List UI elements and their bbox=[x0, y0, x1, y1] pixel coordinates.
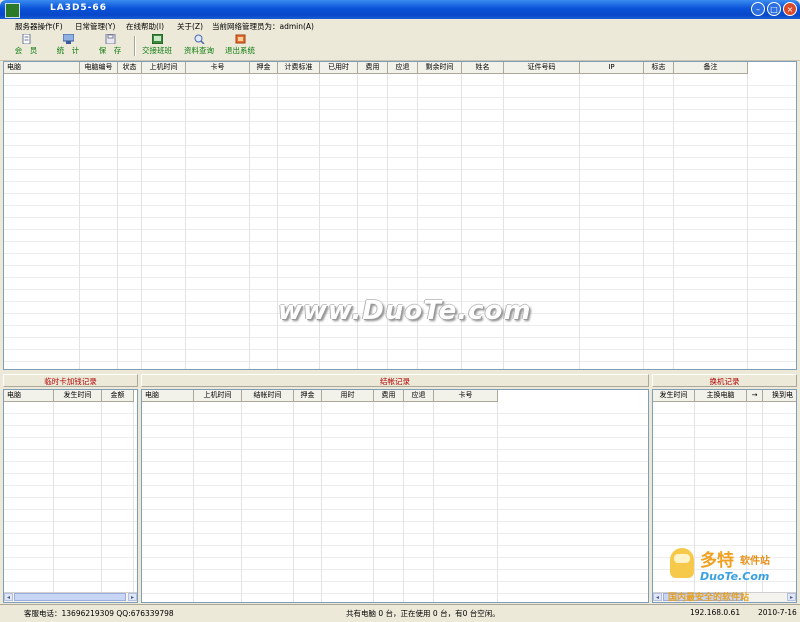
col-remaining-time[interactable]: 剩余时间 bbox=[418, 62, 462, 73]
temp-card-panel-title: 临时卡加钱记录 bbox=[3, 374, 138, 387]
exit-icon bbox=[235, 34, 245, 44]
col-id-number[interactable]: 证件号码 bbox=[504, 62, 580, 73]
swap-col-arrow[interactable]: → bbox=[747, 390, 763, 401]
save-icon bbox=[105, 34, 115, 44]
col-ip[interactable]: IP bbox=[580, 62, 644, 73]
data-query-icon bbox=[194, 34, 205, 44]
col-refund[interactable]: 应退 bbox=[388, 62, 418, 73]
logo-big-text: 多特 bbox=[700, 551, 734, 571]
menu-current-admin[interactable]: 当前网络管理员为：admin(A) bbox=[212, 21, 314, 32]
checkout-col-time-used[interactable]: 用时 bbox=[322, 390, 374, 401]
menu-online-help[interactable]: 在线帮助(I) bbox=[126, 21, 164, 32]
scroll-left-icon[interactable]: ◂ bbox=[4, 593, 13, 601]
mascot-icon bbox=[670, 548, 694, 578]
minimize-button[interactable]: – bbox=[751, 2, 765, 16]
col-card-number[interactable]: 卡号 bbox=[186, 62, 250, 73]
col-computer-id[interactable]: 电脑编号 bbox=[80, 62, 118, 73]
col-fee[interactable]: 费用 bbox=[358, 62, 388, 73]
col-login-time[interactable]: 上机时间 bbox=[142, 62, 186, 73]
checkout-col-computer[interactable]: 电脑 bbox=[142, 390, 194, 401]
member-icon bbox=[22, 34, 30, 44]
checkout-panel-title: 结帐记录 bbox=[141, 374, 649, 387]
scroll-left-icon[interactable]: ◂ bbox=[653, 593, 662, 601]
logo-url-text: DuoTe.Com bbox=[700, 570, 770, 583]
statistics-label: 统 计 bbox=[56, 46, 80, 55]
status-summary: 共有电脑 0 台，正在使用 0 台，有0 台空闲。 bbox=[346, 609, 500, 618]
computer-table-header: 电脑 电脑编号 状态 上机时间 卡号 押金 计费标准 已用时 费用 应退 剩余时… bbox=[4, 62, 748, 74]
exit-button[interactable]: 退出系统 bbox=[222, 34, 258, 58]
menu-daily-management[interactable]: 日常管理(Y) bbox=[75, 21, 115, 32]
app-logo-icon bbox=[5, 3, 20, 18]
toolbar: 会 员 统 计 保 存 交接班班 资料查询 退出系统 bbox=[0, 32, 800, 61]
logo-small-text: 软件站 bbox=[740, 556, 770, 567]
scroll-right-icon[interactable]: ▸ bbox=[128, 593, 137, 601]
title-bar[interactable]: LA3D5-66 – □ × bbox=[0, 0, 800, 19]
col-time-used[interactable]: 已用时 bbox=[320, 62, 358, 73]
swap-col-from-computer[interactable]: 主换电脑 bbox=[695, 390, 747, 401]
temp-col-time[interactable]: 发生时间 bbox=[54, 390, 102, 401]
member-label: 会 员 bbox=[14, 46, 38, 55]
shift-handover-label: 交接班班 bbox=[142, 46, 172, 55]
col-status[interactable]: 状态 bbox=[118, 62, 142, 73]
data-query-button[interactable]: 资料查询 bbox=[181, 34, 217, 58]
window-title: LA3D5-66 bbox=[50, 3, 107, 13]
status-ip: 192.168.0.61 bbox=[690, 608, 741, 617]
col-name[interactable]: 姓名 bbox=[462, 62, 504, 73]
checkout-col-card-number[interactable]: 卡号 bbox=[434, 390, 498, 401]
swap-col-to-computer[interactable]: 换到电 bbox=[763, 390, 796, 401]
maximize-button[interactable]: □ bbox=[767, 2, 781, 16]
status-bar: 客服电话：13696219309 QQ:676339798 共有电脑 0 台，正… bbox=[0, 604, 800, 622]
duote-logo-watermark: 多特 软件站 DuoTe.Com 国内最安全的软件站 bbox=[662, 546, 798, 603]
data-query-label: 资料查询 bbox=[184, 46, 214, 55]
save-button[interactable]: 保 存 bbox=[92, 34, 128, 58]
col-remarks[interactable]: 备注 bbox=[674, 62, 748, 73]
status-date: 2010-7-16 bbox=[758, 608, 797, 617]
exit-label: 退出系统 bbox=[225, 46, 255, 55]
checkout-table-header: 电脑 上机时间 结帐时间 押金 用时 费用 应退 卡号 bbox=[142, 390, 498, 402]
temp-col-amount[interactable]: 金额 bbox=[102, 390, 134, 401]
member-button[interactable]: 会 员 bbox=[8, 34, 44, 58]
shift-handover-icon bbox=[151, 34, 163, 44]
scroll-thumb[interactable] bbox=[14, 593, 126, 601]
statistics-button[interactable]: 统 计 bbox=[50, 34, 86, 58]
checkout-col-deposit[interactable]: 押金 bbox=[294, 390, 322, 401]
swap-table-header: 发生时间 主换电脑 → 换到电 bbox=[653, 390, 796, 402]
duote-watermark: www.DuoTe.com bbox=[278, 296, 532, 326]
swap-col-time[interactable]: 发生时间 bbox=[653, 390, 695, 401]
shift-handover-button[interactable]: 交接班班 bbox=[139, 34, 175, 58]
temp-card-table[interactable]: 电脑 发生时间 金额 ◂ ▸ bbox=[3, 389, 138, 603]
status-hotline: 客服电话：13696219309 QQ:676339798 bbox=[24, 609, 174, 618]
temp-col-computer[interactable]: 电脑 bbox=[4, 390, 54, 401]
swap-panel-title: 换机记录 bbox=[652, 374, 797, 387]
temp-card-hscrollbar[interactable]: ◂ ▸ bbox=[4, 592, 137, 602]
checkout-col-checkout-time[interactable]: 结帐时间 bbox=[242, 390, 294, 401]
checkout-col-fee[interactable]: 费用 bbox=[374, 390, 404, 401]
temp-card-table-header: 电脑 发生时间 金额 bbox=[4, 390, 134, 402]
checkout-table[interactable]: 电脑 上机时间 结帐时间 押金 用时 费用 应退 卡号 bbox=[141, 389, 649, 603]
logo-slogan: 国内最安全的软件站 bbox=[668, 593, 750, 603]
checkout-col-refund[interactable]: 应退 bbox=[404, 390, 434, 401]
col-billing-standard[interactable]: 计费标准 bbox=[278, 62, 320, 73]
statistics-icon bbox=[62, 34, 74, 44]
save-label: 保 存 bbox=[98, 46, 122, 55]
col-deposit[interactable]: 押金 bbox=[250, 62, 278, 73]
menu-bar: 服务器操作(F) 日常管理(Y) 在线帮助(I) 关于(Z) 当前网络管理员为：… bbox=[0, 19, 800, 32]
col-flag[interactable]: 标志 bbox=[644, 62, 674, 73]
close-button[interactable]: × bbox=[783, 2, 797, 16]
menu-server-ops[interactable]: 服务器操作(F) bbox=[15, 21, 63, 32]
menu-about[interactable]: 关于(Z) bbox=[177, 21, 203, 32]
checkout-col-login-time[interactable]: 上机时间 bbox=[194, 390, 242, 401]
col-computer[interactable]: 电脑 bbox=[4, 62, 80, 73]
